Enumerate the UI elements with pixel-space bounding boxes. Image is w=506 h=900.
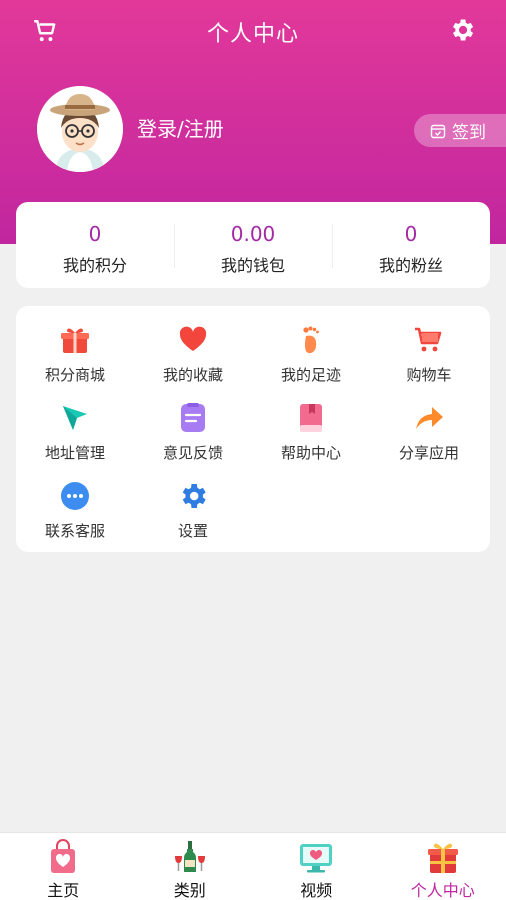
stat-label: 我的粉丝 bbox=[378, 256, 443, 275]
footprint-icon bbox=[303, 326, 319, 354]
login-register-link[interactable]: 登录/注册 bbox=[137, 113, 224, 142]
tab-label: 主页 bbox=[47, 881, 80, 900]
share-icon bbox=[416, 407, 443, 429]
monitor-icon bbox=[300, 844, 333, 873]
menu-item-favorites[interactable]: 我的收藏 bbox=[134, 324, 252, 385]
tab-home[interactable]: 主页 bbox=[0, 833, 127, 900]
feedback-icon bbox=[181, 403, 205, 432]
menu-item-settings[interactable]: 设置 bbox=[134, 480, 252, 541]
compass-icon bbox=[63, 406, 87, 430]
top-bar: 个人中心 bbox=[0, 0, 506, 64]
shopping-bag-icon bbox=[51, 839, 76, 873]
menu-item-label: 我的足迹 bbox=[280, 366, 341, 384]
gift-icon bbox=[61, 328, 89, 353]
wine-icon bbox=[174, 841, 205, 872]
stat-wallet[interactable]: 0.00 我的钱包 bbox=[174, 202, 332, 288]
menu-item-footprints[interactable]: 我的足迹 bbox=[252, 324, 370, 385]
stat-fans[interactable]: 0 我的粉丝 bbox=[332, 202, 490, 288]
tab-category[interactable]: 类别 bbox=[127, 833, 254, 900]
menu-item-customer-service[interactable]: 联系客服 bbox=[16, 480, 134, 541]
tab-label: 个人中心 bbox=[410, 881, 475, 900]
avatar[interactable] bbox=[37, 86, 123, 172]
menu-item-label: 我的收藏 bbox=[162, 366, 223, 384]
gift-box-icon bbox=[427, 843, 458, 873]
menu-item-label: 购物车 bbox=[406, 366, 452, 384]
menu-item-cart[interactable]: 购物车 bbox=[370, 324, 488, 385]
shopping-cart-icon bbox=[415, 327, 442, 352]
tab-label: 类别 bbox=[173, 881, 206, 900]
tab-label: 视频 bbox=[300, 881, 333, 900]
stat-points[interactable]: 0 我的积分 bbox=[16, 202, 174, 288]
settings-icon bbox=[182, 484, 206, 508]
tab-profile[interactable]: 个人中心 bbox=[380, 833, 506, 900]
signin-button[interactable]: 签到 bbox=[414, 114, 506, 147]
stat-value: 0 bbox=[88, 222, 102, 246]
menu-item-feedback[interactable]: 意见反馈 bbox=[134, 402, 252, 463]
menu-item-label: 分享应用 bbox=[398, 444, 459, 462]
menu-item-address[interactable]: 地址管理 bbox=[16, 402, 134, 463]
menu-item-label: 联系客服 bbox=[44, 522, 105, 540]
menu-card: 积分商城 我的收藏 我的足迹 购物车 地址管理 意见反馈 帮助中心 分享应用 联… bbox=[16, 306, 490, 552]
gear-icon[interactable] bbox=[448, 16, 476, 44]
stat-value: 0.00 bbox=[230, 222, 276, 246]
menu-item-label: 设置 bbox=[177, 522, 208, 540]
menu-item-share-app[interactable]: 分享应用 bbox=[370, 402, 488, 463]
chat-icon bbox=[61, 482, 89, 510]
signin-label: 签到 bbox=[452, 123, 486, 143]
menu-item-label: 意见反馈 bbox=[162, 444, 223, 462]
stat-value: 0 bbox=[404, 222, 418, 246]
heart-icon bbox=[179, 326, 207, 351]
bottom-tab-bar: 主页 类别 视频 个人中心 bbox=[0, 832, 506, 900]
book-icon bbox=[300, 404, 322, 432]
calendar-check-icon bbox=[430, 124, 446, 138]
menu-item-label: 积分商城 bbox=[44, 366, 105, 384]
menu-item-label: 地址管理 bbox=[44, 444, 105, 462]
stat-label: 我的钱包 bbox=[220, 256, 285, 275]
avatar-illustration bbox=[37, 86, 123, 172]
page-title: 个人中心 bbox=[206, 22, 299, 47]
stat-label: 我的积分 bbox=[62, 256, 127, 275]
menu-item-help-center[interactable]: 帮助中心 bbox=[252, 402, 370, 463]
stats-card: 0 我的积分 0.00 我的钱包 0 我的粉丝 bbox=[16, 202, 490, 288]
menu-item-label: 帮助中心 bbox=[280, 444, 341, 462]
tab-video[interactable]: 视频 bbox=[253, 833, 380, 900]
menu-item-points-mall[interactable]: 积分商城 bbox=[16, 324, 134, 385]
